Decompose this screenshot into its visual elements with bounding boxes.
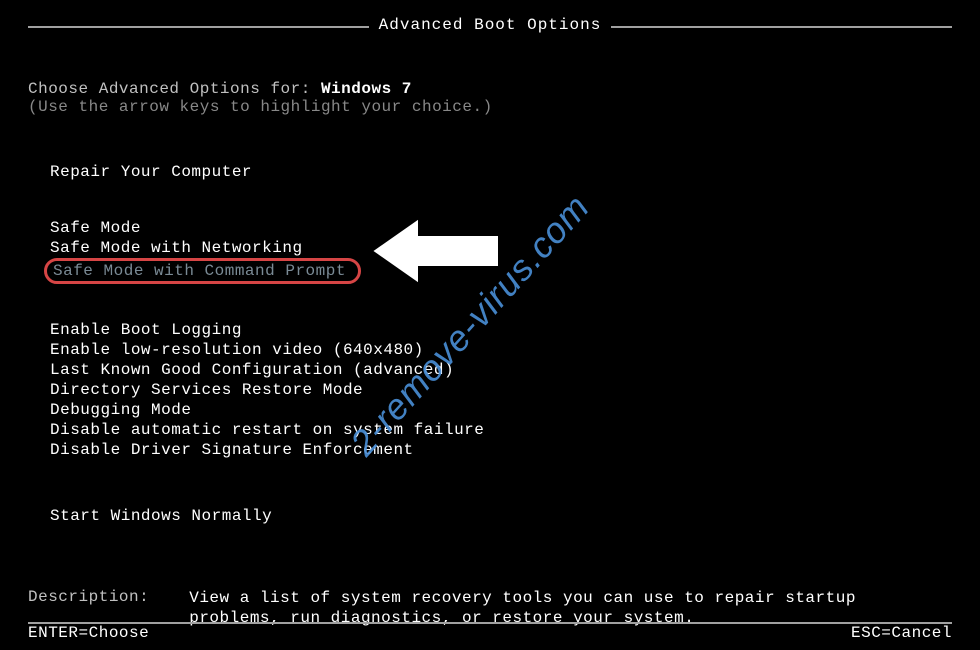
menu-group-options: Enable Boot Logging Enable low-resolutio… (50, 320, 952, 460)
instruction-line: Choose Advanced Options for: Windows 7 (28, 80, 952, 98)
menu-item-low-res[interactable]: Enable low-resolution video (640x480) (50, 340, 952, 360)
os-name: Windows 7 (321, 80, 412, 98)
footer-bar: ENTER=Choose ESC=Cancel (28, 624, 952, 642)
title-bar: Advanced Boot Options (28, 16, 952, 34)
arrow-icon (360, 206, 510, 301)
menu-item-boot-logging[interactable]: Enable Boot Logging (50, 320, 952, 340)
page-title: Advanced Boot Options (369, 16, 612, 34)
footer-enter: ENTER=Choose (28, 624, 149, 642)
menu-item-disable-restart[interactable]: Disable automatic restart on system fail… (50, 420, 952, 440)
menu-item-debugging[interactable]: Debugging Mode (50, 400, 952, 420)
content-area: Choose Advanced Options for: Windows 7 (… (28, 80, 952, 628)
menu-item-last-known[interactable]: Last Known Good Configuration (advanced) (50, 360, 952, 380)
menu-item-repair[interactable]: Repair Your Computer (50, 162, 952, 182)
footer-esc: ESC=Cancel (851, 624, 952, 642)
highlight-callout: Safe Mode with Command Prompt (44, 258, 361, 284)
menu-item-start-normally[interactable]: Start Windows Normally (50, 506, 952, 526)
highlighted-text: Safe Mode with Command Prompt (53, 262, 346, 280)
menu-group-normal: Start Windows Normally (50, 506, 952, 526)
menu-item-disable-signature[interactable]: Disable Driver Signature Enforcement (50, 440, 952, 460)
hint-line: (Use the arrow keys to highlight your ch… (28, 98, 952, 116)
instruction-prefix: Choose Advanced Options for: (28, 80, 321, 98)
menu-item-directory-restore[interactable]: Directory Services Restore Mode (50, 380, 952, 400)
